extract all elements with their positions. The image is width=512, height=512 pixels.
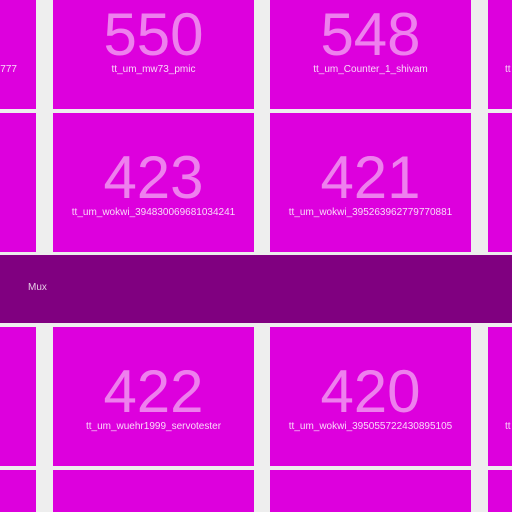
project-tile[interactable]	[0, 327, 36, 466]
section-header: Mux	[0, 255, 512, 323]
tile-name: tt_um_wokwi_395263962779770881	[288, 207, 453, 218]
project-tile[interactable]: 550 tt_um_mw73_pmic	[53, 0, 254, 109]
project-tile[interactable]	[488, 470, 512, 512]
tile-name: tt	[505, 421, 511, 432]
project-tile[interactable]: 423 tt_um_wokwi_394830069681034241	[53, 113, 254, 252]
tile-name: tt	[505, 64, 511, 75]
tile-name: tt_um_mw73_pmic	[111, 64, 196, 75]
project-tile[interactable]	[270, 470, 471, 512]
project-tile[interactable]: 420 tt_um_wokwi_395055722430895105	[270, 327, 471, 466]
project-tile[interactable]: 5777	[0, 0, 36, 109]
section-label: Mux	[28, 282, 47, 293]
project-tile[interactable]: tt	[488, 0, 512, 109]
tile-number: 421	[320, 144, 421, 211]
project-tile[interactable]	[0, 470, 36, 512]
project-tile[interactable]: 548 tt_um_Counter_1_shivam	[270, 0, 471, 109]
tile-number: 423	[103, 144, 204, 211]
tile-number: 550	[103, 1, 204, 68]
project-tile[interactable]: 422 tt_um_wuehr1999_servotester	[53, 327, 254, 466]
project-tile[interactable]	[0, 113, 36, 252]
tile-name: tt_um_Counter_1_shivam	[313, 64, 428, 75]
project-tile[interactable]	[53, 470, 254, 512]
tile-name: tt_um_wokwi_395055722430895105	[288, 421, 453, 432]
tile-number: 548	[320, 1, 421, 68]
tile-number: 420	[320, 358, 421, 425]
tile-name: tt_um_wuehr1999_servotester	[85, 421, 222, 432]
tile-number: 422	[103, 358, 204, 425]
tile-name: 5777	[0, 64, 17, 75]
project-tile[interactable]: 421 tt_um_wokwi_395263962779770881	[270, 113, 471, 252]
tile-name: tt_um_wokwi_394830069681034241	[71, 207, 236, 218]
project-tile[interactable]: tt	[488, 327, 512, 466]
project-tile[interactable]	[488, 113, 512, 252]
